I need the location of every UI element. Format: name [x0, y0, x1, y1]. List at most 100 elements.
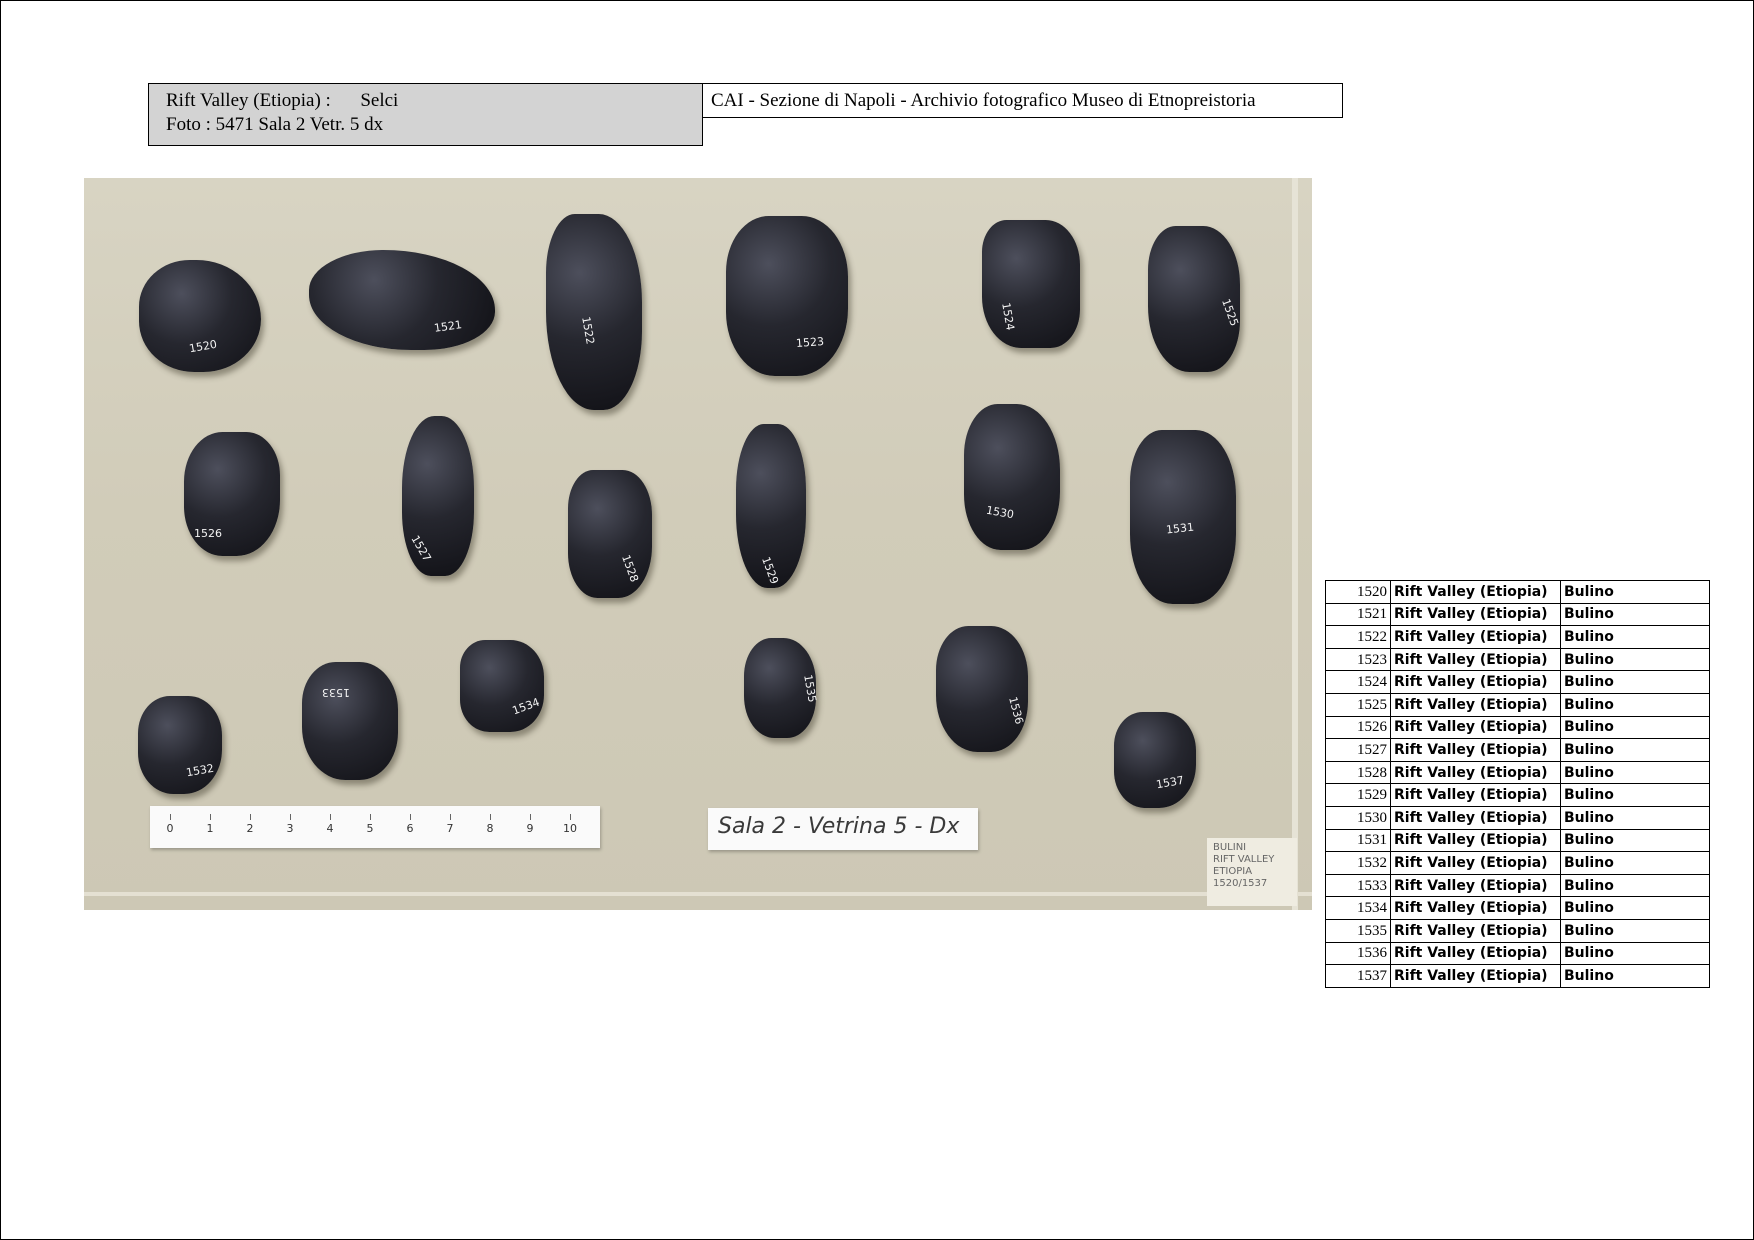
location-cell: Rift Valley (Etiopia)	[1390, 738, 1561, 762]
header-material: Selci	[360, 90, 399, 111]
specimen-card-line: BULINI	[1213, 842, 1247, 853]
ruler-number: 10	[563, 822, 577, 835]
type-cell: Bulino	[1560, 851, 1710, 875]
inventory-number-cell: 1522	[1325, 625, 1391, 649]
artifact-number-label: 1529	[759, 555, 781, 586]
ruler-number: 3	[286, 822, 294, 835]
inventory-number-cell: 1535	[1325, 918, 1391, 943]
board-edge	[1292, 178, 1298, 910]
flint-artifact: 1526	[184, 432, 280, 556]
table-row: 1532 Rift Valley (Etiopia) Bulino	[1325, 851, 1710, 875]
table-row: 1525 Rift Valley (Etiopia) Bulino	[1325, 692, 1710, 717]
artifact-number-label: 1528	[619, 553, 641, 584]
inventory-number-cell: 1529	[1325, 783, 1391, 807]
type-cell: Bulino	[1560, 828, 1710, 853]
type-cell: Bulino	[1560, 760, 1710, 785]
ruler-number: 8	[486, 822, 494, 835]
inventory-number-cell: 1521	[1325, 602, 1391, 627]
inventory-number-cell: 1536	[1325, 941, 1391, 966]
artifact-number-label: 1523	[795, 335, 825, 350]
flint-artifact: 1527	[402, 416, 474, 576]
flint-artifact: 1535	[744, 638, 819, 738]
room-label-card: Sala 2 - Vetrina 5 - Dx	[708, 808, 978, 850]
table-row: 1530 Rift Valley (Etiopia) Bulino	[1325, 805, 1710, 830]
inventory-number-cell: 1531	[1325, 828, 1391, 853]
artifact-number-label: 1530	[985, 503, 1015, 522]
flint-artifact: 1521	[309, 250, 495, 350]
type-cell: Bulino	[1560, 805, 1710, 830]
artifact-number-label: 1520	[188, 337, 218, 356]
table-row: 1533 Rift Valley (Etiopia) Bulino	[1325, 873, 1710, 898]
inventory-number-cell: 1534	[1325, 896, 1391, 920]
table-row: 1520 Rift Valley (Etiopia) Bulino	[1325, 580, 1710, 604]
inventory-number-cell: 1533	[1325, 873, 1391, 898]
location-cell: Rift Valley (Etiopia)	[1390, 670, 1561, 694]
ruler-tick	[450, 814, 451, 820]
inventory-number-cell: 1527	[1325, 738, 1391, 762]
header-photo-info: Foto : 5471 Sala 2 Vetr. 5 dx	[166, 114, 384, 135]
table-row: 1529 Rift Valley (Etiopia) Bulino	[1325, 783, 1710, 807]
type-cell: Bulino	[1560, 625, 1710, 649]
location-cell: Rift Valley (Etiopia)	[1390, 896, 1561, 920]
specimen-card-line: 1520/1537	[1213, 878, 1268, 889]
flint-artifact: 1529	[736, 424, 806, 588]
archive-title: CAI - Sezione di Napoli - Archivio fotog…	[703, 83, 1343, 118]
location-cell: Rift Valley (Etiopia)	[1390, 647, 1561, 672]
table-row: 1531 Rift Valley (Etiopia) Bulino	[1325, 828, 1710, 853]
ruler-number: 4	[326, 822, 334, 835]
type-cell: Bulino	[1560, 602, 1710, 627]
type-cell: Bulino	[1560, 873, 1710, 898]
measuring-ruler: 0 1 2 3 4 5 6 7 8 9 10	[150, 806, 600, 848]
location-cell: Rift Valley (Etiopia)	[1390, 625, 1561, 649]
specimen-card: BULINI RIFT VALLEY ETIOPIA 1520/1537	[1207, 838, 1297, 906]
flint-artifact: 1533	[302, 662, 398, 780]
flint-artifact: 1536	[936, 626, 1028, 752]
specimen-card-line: RIFT VALLEY	[1213, 854, 1275, 865]
ruler-tick	[330, 814, 331, 820]
type-cell: Bulino	[1560, 896, 1710, 920]
flint-artifact: 1523	[726, 216, 848, 376]
ruler-number: 2	[246, 822, 254, 835]
location-cell: Rift Valley (Etiopia)	[1390, 692, 1561, 717]
table-row: 1534 Rift Valley (Etiopia) Bulino	[1325, 896, 1710, 920]
flint-artifact: 1522	[546, 214, 642, 410]
ruler-tick	[290, 814, 291, 820]
type-cell: Bulino	[1560, 783, 1710, 807]
location-cell: Rift Valley (Etiopia)	[1390, 851, 1561, 875]
artifact-number-label: 1525	[1219, 297, 1241, 328]
ruler-number: 6	[406, 822, 414, 835]
artifact-number-label: 1533	[322, 686, 350, 699]
type-cell: Bulino	[1560, 580, 1710, 604]
flint-artifact: 1537	[1114, 712, 1196, 808]
inventory-number-cell: 1528	[1325, 760, 1391, 785]
ruler-number: 7	[446, 822, 454, 835]
inventory-number-cell: 1523	[1325, 647, 1391, 672]
artifact-number-label: 1534	[510, 695, 542, 718]
flint-artifact: 1534	[460, 640, 544, 732]
table-row: 1522 Rift Valley (Etiopia) Bulino	[1325, 625, 1710, 649]
location-cell: Rift Valley (Etiopia)	[1390, 941, 1561, 966]
ruler-number: 9	[526, 822, 534, 835]
type-cell: Bulino	[1560, 647, 1710, 672]
inventory-number-cell: 1532	[1325, 851, 1391, 875]
inventory-number-cell: 1520	[1325, 580, 1391, 604]
location-cell: Rift Valley (Etiopia)	[1390, 602, 1561, 627]
table-row: 1535 Rift Valley (Etiopia) Bulino	[1325, 918, 1710, 943]
artifact-number-label: 1522	[579, 315, 597, 346]
type-cell: Bulino	[1560, 941, 1710, 966]
location-cell: Rift Valley (Etiopia)	[1390, 964, 1561, 988]
artifact-number-label: 1536	[1006, 695, 1026, 726]
table-row: 1524 Rift Valley (Etiopia) Bulino	[1325, 670, 1710, 694]
flint-artifact: 1524	[982, 220, 1080, 348]
inventory-number-cell: 1526	[1325, 715, 1391, 740]
table-row: 1528 Rift Valley (Etiopia) Bulino	[1325, 760, 1710, 785]
location-cell: Rift Valley (Etiopia)	[1390, 760, 1561, 785]
table-row: 1536 Rift Valley (Etiopia) Bulino	[1325, 941, 1710, 966]
flint-artifact: 1532	[138, 696, 222, 794]
artifact-number-label: 1531	[1165, 520, 1195, 537]
ruler-tick	[250, 814, 251, 820]
artifact-number-label: 1524	[999, 301, 1017, 332]
location-cell: Rift Valley (Etiopia)	[1390, 873, 1561, 898]
artifact-number-label: 1521	[433, 318, 463, 335]
inventory-number-cell: 1537	[1325, 964, 1391, 988]
